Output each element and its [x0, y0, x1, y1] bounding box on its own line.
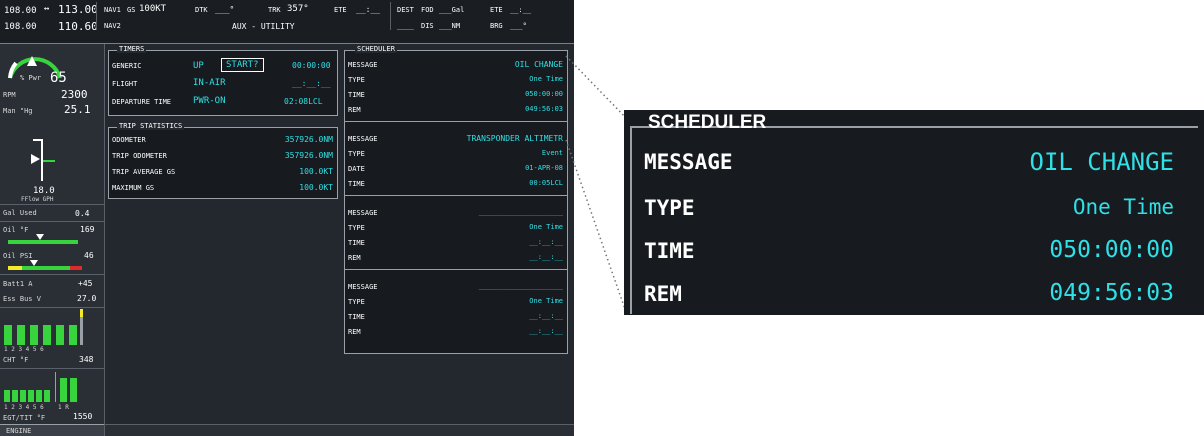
inset-title: SCHEDULER	[648, 112, 767, 133]
inset-rem-label: REM	[644, 282, 682, 306]
inset-message-label: MESSAGE	[644, 150, 733, 174]
inset-time-label: TIME	[644, 239, 695, 263]
inset-type-label: TYPE	[644, 196, 695, 220]
scheduler-zoom-inset: SCHEDULER MESSAGE OIL CHANGE TYPE One Ti…	[624, 110, 1204, 315]
inset-message-value[interactable]: OIL CHANGE	[1030, 148, 1175, 176]
inset-type-value[interactable]: One Time	[1073, 195, 1174, 219]
inset-time-value[interactable]: 050:00:00	[1049, 237, 1174, 263]
inset-rem-value: 049:56:03	[1049, 280, 1174, 306]
